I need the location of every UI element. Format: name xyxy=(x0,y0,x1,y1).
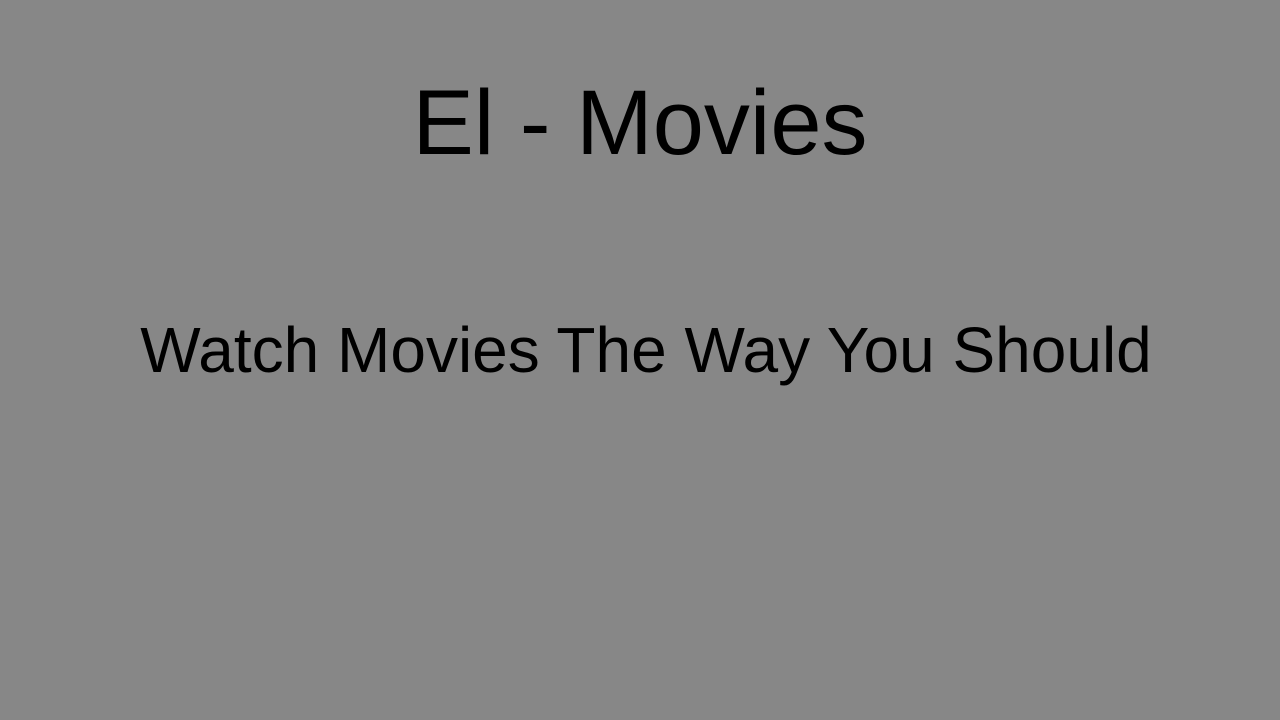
page-tagline: Watch Movies The Way You Should xyxy=(140,314,1152,386)
page-canvas: El - Movies Watch Movies The Way You Sho… xyxy=(0,0,1280,720)
page-title: El - Movies xyxy=(412,72,868,174)
